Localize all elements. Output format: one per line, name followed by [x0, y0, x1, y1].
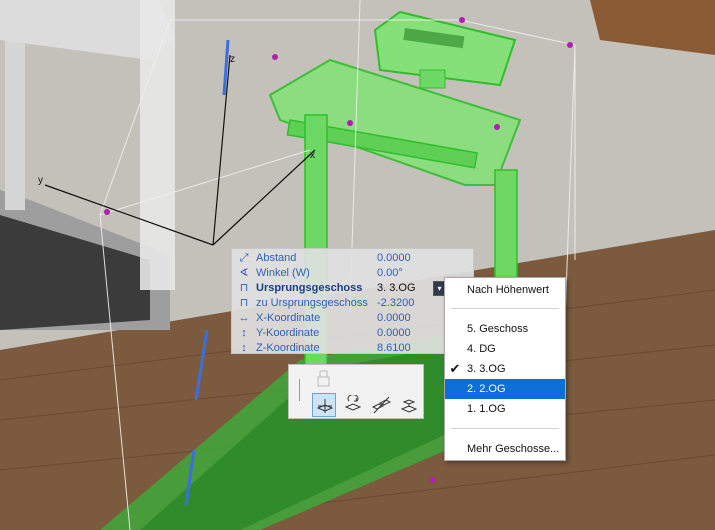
tracker-row-y[interactable]: ↕ Y-Koordinate 0.0000 [232, 326, 475, 341]
checkmark-icon: ✔ [449, 361, 461, 376]
tracker-value[interactable]: 0.0000 [377, 326, 411, 341]
tracker-label: Z-Koordinate [256, 342, 320, 354]
elevation-object-icon[interactable] [312, 367, 336, 391]
tracker-value[interactable]: 0.0000 [377, 311, 411, 326]
x-axis-label: x [310, 150, 315, 161]
menu-item-label: 4. DG [467, 343, 496, 355]
menu-item-label: 3. 3.OG [467, 363, 506, 375]
drag-icon[interactable] [312, 393, 336, 417]
tracker-row-angle[interactable]: ∢ Winkel (W) 0.00° [232, 266, 475, 281]
menu-divider [451, 428, 559, 429]
tracker-value[interactable]: 0.0000 [377, 251, 411, 266]
angle-icon: ∢ [239, 267, 249, 279]
distance-icon: ⤢ [239, 252, 249, 264]
tracker-label: Abstand [256, 252, 297, 264]
tracker-row-z[interactable]: ↕ Z-Koordinate 8.6100 [232, 341, 475, 356]
menu-item-story-3[interactable]: ✔ 3. 3.OG [445, 359, 565, 379]
tracker-label: Ursprungsgeschoss [256, 282, 363, 294]
tracker-row-origin-story[interactable]: ⊓ Ursprungsgeschoss 3. 3.OG ▾ [232, 281, 475, 296]
menu-item-label: 2. 2.OG [467, 383, 506, 395]
mirror-icon[interactable] [369, 393, 393, 417]
pet-palette [288, 364, 424, 419]
story-dropdown-menu: Nach Höhenwert 5. Geschoss 4. DG ✔ 3. 3.… [444, 277, 566, 461]
tracker-row-offset[interactable]: ⊓ zu Ursprungsgeschoss -2.3200 [232, 296, 475, 311]
tracker-value[interactable]: 0.00° [377, 266, 403, 281]
tracker-panel: ⤢ Abstand 0.0000 ∢ Winkel (W) 0.00° ⊓ Ur… [231, 248, 474, 354]
menu-item-label: Nach Höhenwert [467, 284, 549, 296]
tracker-value[interactable]: -2.3200 [377, 296, 414, 311]
tracker-label: Y-Koordinate [256, 327, 320, 339]
tracker-value[interactable]: 3. 3.OG [377, 281, 416, 296]
palette-divider [299, 379, 300, 401]
z-axis-label: z [230, 54, 235, 65]
menu-item-story-2[interactable]: 2. 2.OG [445, 379, 565, 399]
y-coordinate-icon: ↕ [241, 327, 247, 339]
x-coordinate-icon: ↔ [238, 312, 250, 324]
menu-item-label: Mehr Geschosse... [467, 443, 560, 455]
origin-story-icon: ⊓ [239, 282, 249, 294]
menu-item-more-stories[interactable]: Mehr Geschosse... [445, 439, 565, 459]
z-coordinate-icon: ↕ [241, 342, 247, 354]
tracker-row-x[interactable]: ↔ X-Koordinate 0.0000 [232, 311, 475, 326]
tracker-row-distance[interactable]: ⤢ Abstand 0.0000 [232, 251, 475, 266]
y-axis-label: y [38, 175, 43, 186]
menu-item-story-5[interactable]: 5. Geschoss [445, 319, 565, 339]
tracker-label: X-Koordinate [256, 312, 321, 324]
tracker-label: Winkel (W) [256, 267, 310, 279]
menu-item-by-elevation[interactable]: Nach Höhenwert [445, 280, 565, 300]
rotate-icon[interactable] [341, 393, 365, 417]
tracker-value[interactable]: 8.6100 [377, 341, 411, 356]
offset-to-story-icon: ⊓ [239, 297, 249, 309]
menu-divider [451, 308, 559, 309]
menu-item-label: 5. Geschoss [467, 323, 529, 335]
menu-item-label: 1. 1.OG [467, 403, 506, 415]
menu-item-story-1[interactable]: 1. 1.OG [445, 399, 565, 419]
menu-item-story-4[interactable]: 4. DG [445, 339, 565, 359]
tracker-label: zu Ursprungsgeschoss [256, 297, 368, 309]
elevate-icon[interactable] [397, 393, 421, 417]
